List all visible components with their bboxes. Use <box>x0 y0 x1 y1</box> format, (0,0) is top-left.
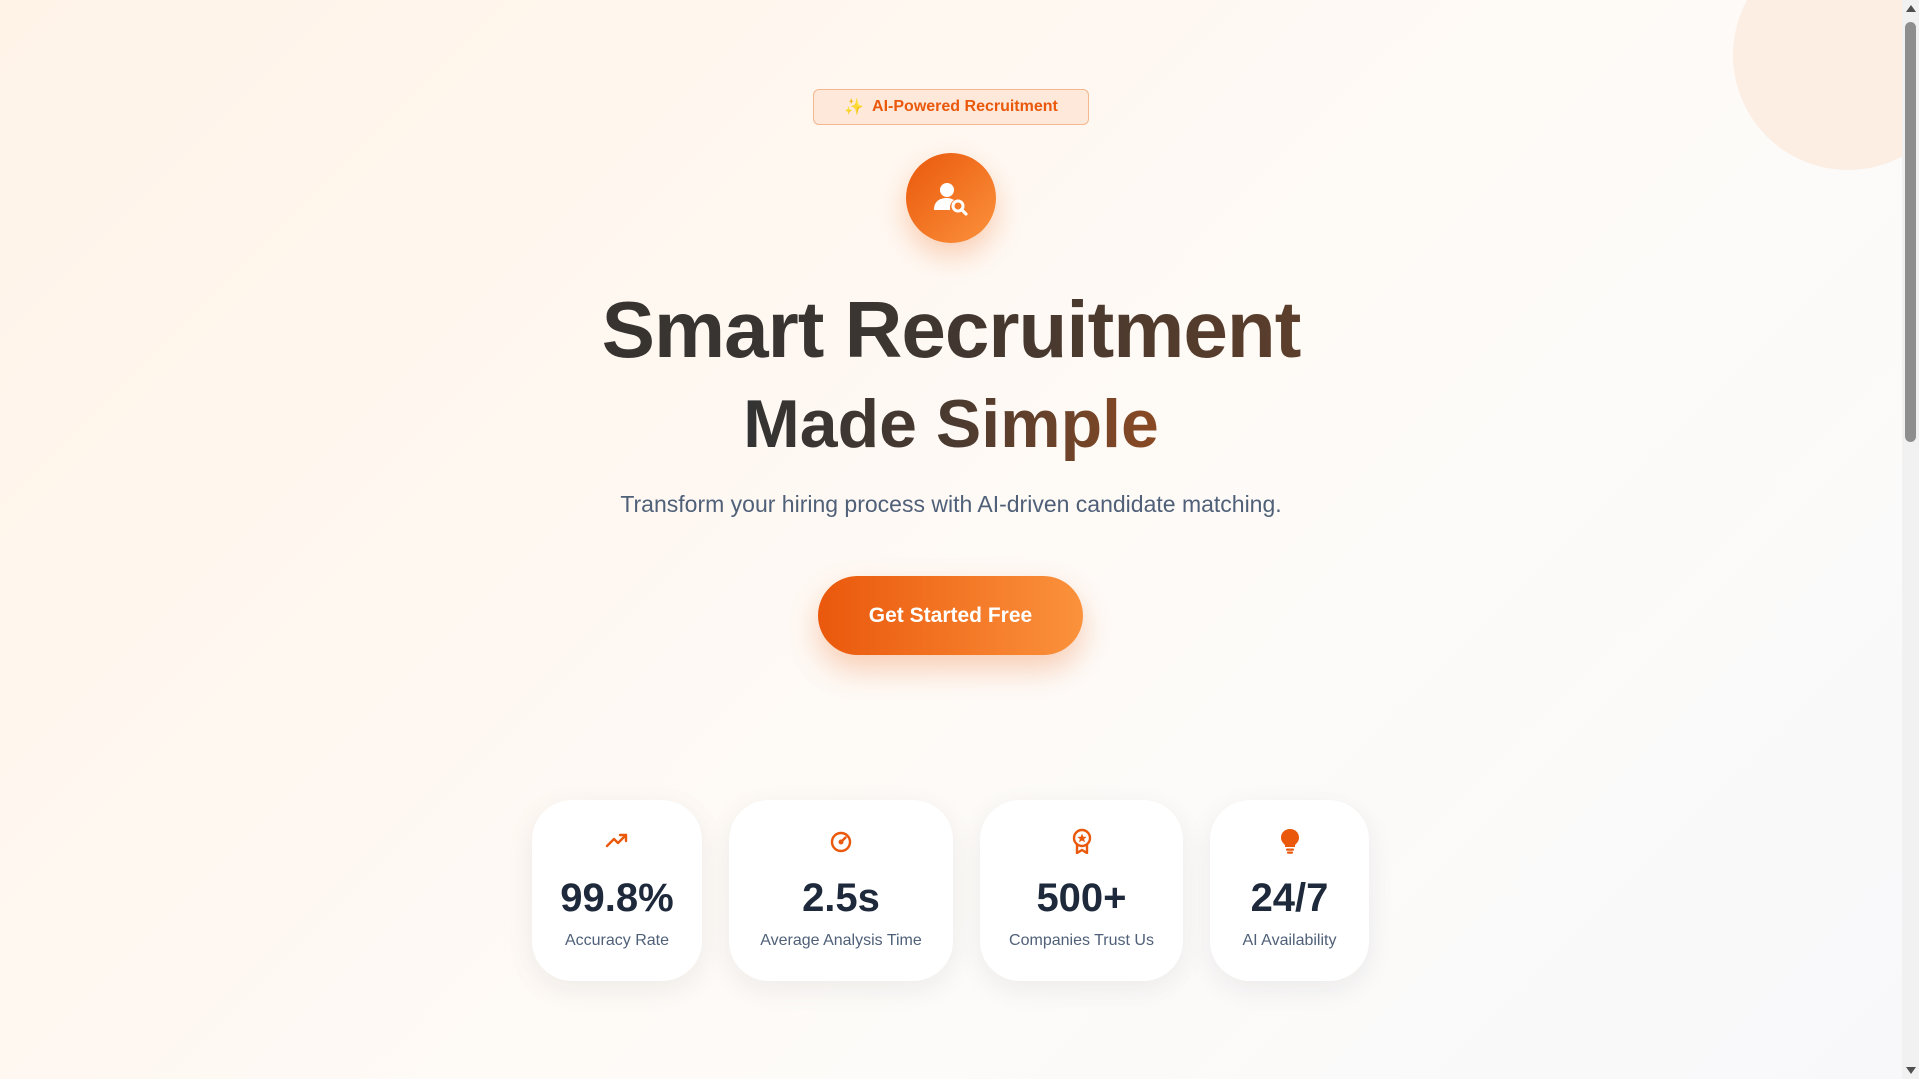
stat-card-accuracy: 99.8% Accuracy Rate <box>532 800 702 981</box>
decorative-circle <box>1733 0 1902 170</box>
lightbulb-icon <box>1279 828 1301 854</box>
hero-title-line2-text: Made Simple <box>743 386 1159 462</box>
scroll-up-arrow-icon[interactable] <box>1906 5 1916 12</box>
scrollbar-thumb[interactable] <box>1905 22 1916 442</box>
hero-title-text: Smart Recruitment <box>601 285 1301 374</box>
hero-title-line2: Made Simple <box>0 379 1902 469</box>
badge-label: AI-Powered Recruitment <box>872 98 1058 115</box>
scrollbar[interactable] <box>1902 0 1919 1079</box>
hero-subtitle: Transform your hiring process with AI-dr… <box>620 491 1282 517</box>
sparkles-icon: ✨ <box>844 99 865 116</box>
user-search-icon <box>906 153 996 243</box>
page: ✨ AI-Powered Recruitment Smart Recruitme… <box>0 0 1902 1079</box>
hero-title-line1: Smart Recruitment <box>0 280 1902 380</box>
stat-card-analysis-time: 2.5s Average Analysis Time <box>729 800 953 981</box>
stat-card-availability: 24/7 AI Availability <box>1210 800 1369 981</box>
get-started-button[interactable]: Get Started Free <box>818 576 1083 655</box>
stat-card-companies: 500+ Companies Trust Us <box>980 800 1183 981</box>
scroll-down-arrow-icon[interactable] <box>1906 1067 1916 1074</box>
ai-badge: ✨ AI-Powered Recruitment <box>813 89 1089 125</box>
stat-label: Average Analysis Time <box>760 932 922 949</box>
stat-value: 99.8% <box>560 876 674 920</box>
award-icon <box>1070 828 1094 854</box>
gauge-icon <box>829 828 853 854</box>
stat-label: Companies Trust Us <box>1009 932 1154 949</box>
stat-label: Accuracy Rate <box>564 932 670 949</box>
stat-value: 2.5s <box>802 876 880 920</box>
stat-value: 24/7 <box>1250 876 1329 920</box>
trending-up-icon <box>605 828 629 854</box>
stat-value: 500+ <box>1036 876 1127 920</box>
stat-label: AI Availability <box>1242 932 1337 949</box>
